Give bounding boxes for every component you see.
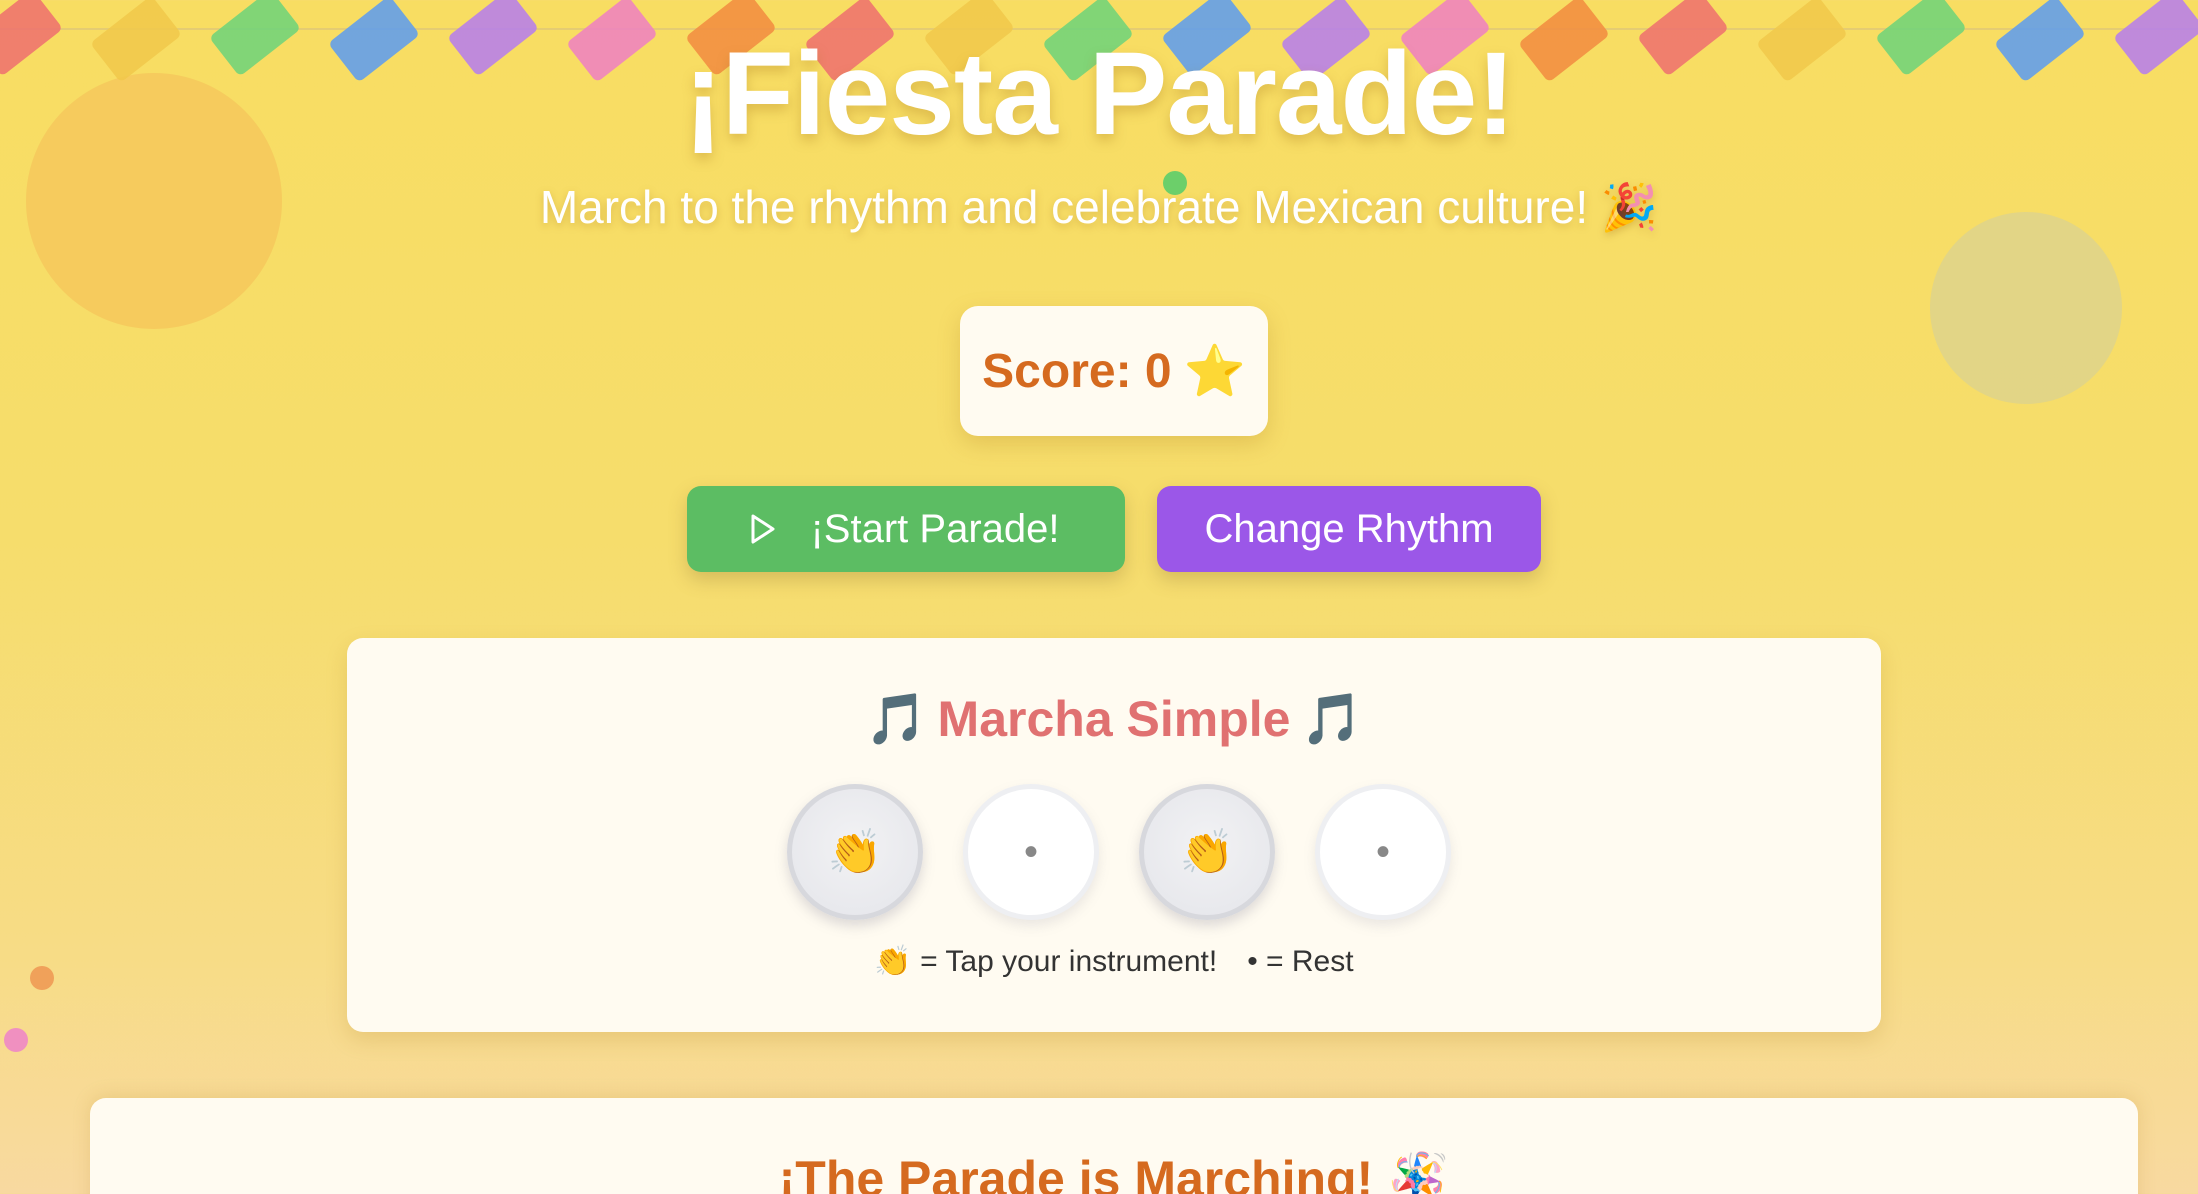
rhythm-card: 🎵 Marcha Simple 🎵 👏 • 👏 • 👏 = Tap your ins… — [347, 638, 1881, 1032]
start-parade-label: ¡Start Parade! — [810, 506, 1060, 551]
beat-circle-tap[interactable]: 👏 — [787, 784, 923, 920]
change-rhythm-label: Change Rhythm — [1204, 506, 1494, 551]
confetti-dot-pink — [4, 1028, 28, 1052]
legend-tap: 👏 = Tap your instrument! — [874, 945, 1218, 978]
beat-circle-tap[interactable]: 👏 — [1139, 784, 1275, 920]
parade-card: ¡The Parade is Marching! 🪅 — [90, 1098, 2138, 1194]
beat-circle-rest[interactable]: • — [1315, 784, 1451, 920]
star-icon: ⭐ — [1183, 342, 1246, 399]
clap-icon: 👏 — [827, 828, 883, 877]
rhythm-name: Marcha Simple — [937, 691, 1291, 747]
beat-circle-rest[interactable]: • — [963, 784, 1099, 920]
confetti-dot-orange — [30, 966, 54, 990]
rest-dot-icon: • — [1023, 829, 1038, 874]
play-icon — [751, 514, 775, 544]
score-card: Score: 0 ⭐ — [960, 306, 1268, 436]
page-subtitle: March to the rhythm and celebrate Mexica… — [539, 181, 1659, 233]
change-rhythm-button[interactable]: Change Rhythm — [1157, 486, 1541, 572]
rest-dot-icon: • — [1375, 829, 1390, 874]
rhythm-legend: 👏 = Tap your instrument! • = Rest — [347, 944, 1881, 979]
music-note-icon: 🎵 — [1300, 691, 1363, 747]
music-note-icon: 🎵 — [865, 691, 928, 747]
clap-icon: 👏 — [1179, 828, 1235, 877]
start-parade-button[interactable]: ¡Start Parade! — [687, 486, 1125, 572]
legend-rest: • = Rest — [1247, 945, 1354, 978]
parade-title: ¡The Parade is Marching! 🪅 — [778, 1151, 1450, 1194]
decorative-circle-olive — [1930, 212, 2122, 404]
rhythm-title: 🎵 Marcha Simple 🎵 — [347, 690, 1881, 749]
score-label: Score: 0 — [982, 344, 1172, 398]
page-title: ¡Fiesta Parade! — [683, 28, 1516, 160]
